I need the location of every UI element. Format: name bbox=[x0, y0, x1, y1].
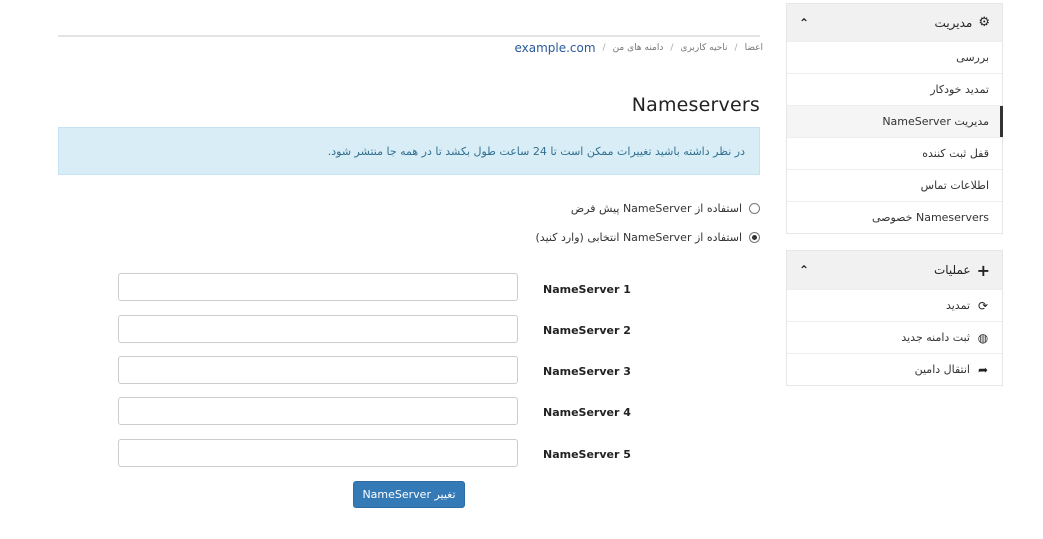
actions-panel-heading[interactable]: + عملیات ⌃ bbox=[787, 251, 1002, 289]
nameserver-5-input[interactable] bbox=[118, 439, 518, 467]
sidebar-item-label: مدیریت NameServer bbox=[882, 115, 989, 128]
globe-icon: ◍ bbox=[977, 330, 989, 345]
sidebar-item-label: تمدید bbox=[945, 299, 970, 312]
breadcrumb-item-client-area[interactable]: ناحیه کاربری bbox=[680, 43, 727, 53]
radio-default-nameserver[interactable]: استفاده از NameServer پیش فرض bbox=[571, 200, 760, 216]
plus-icon: + bbox=[976, 260, 990, 280]
refresh-icon: ⟳ bbox=[977, 298, 989, 313]
sidebar-item-contact-info[interactable]: اطلاعات تماس bbox=[787, 169, 1002, 201]
nameserver-1-input[interactable] bbox=[118, 273, 518, 301]
sidebar-manage-panel: ⚙ مدیریت ⌃ بررسی تمدید خودکار مدیریت Nam… bbox=[786, 3, 1003, 234]
breadcrumb-separator: / bbox=[734, 43, 738, 53]
chevron-up-icon[interactable]: ⌃ bbox=[799, 16, 809, 30]
nameserver-4-input[interactable] bbox=[118, 397, 518, 425]
gear-icon: ⚙ bbox=[978, 15, 990, 30]
top-divider bbox=[58, 35, 760, 37]
chevron-up-icon[interactable]: ⌃ bbox=[799, 263, 809, 277]
sidebar-item-label: اطلاعات تماس bbox=[920, 179, 989, 192]
breadcrumb-current-domain: example.com bbox=[514, 41, 596, 55]
sidebar-item-transfer-domain[interactable]: ➦ انتقال دامین bbox=[787, 353, 1002, 385]
sidebar-item-label: Nameservers خصوصی bbox=[871, 211, 989, 224]
sidebar-item-private-nameservers[interactable]: Nameservers خصوصی bbox=[787, 201, 1002, 233]
sidebar-item-manage-nameserver[interactable]: مدیریت NameServer bbox=[787, 105, 1003, 137]
nameserver-3-input[interactable] bbox=[118, 356, 518, 384]
radio-custom-label: استفاده از NameServer انتخابی (وارد کنید… bbox=[535, 230, 742, 244]
info-alert: در نظر داشته باشید تغییرات ممکن است تا 2… bbox=[58, 127, 760, 175]
sidebar-item-label: بررسی bbox=[956, 51, 989, 64]
manage-panel-heading[interactable]: ⚙ مدیریت ⌃ bbox=[787, 4, 1002, 41]
sidebar-item-label: انتقال دامین bbox=[914, 363, 970, 376]
breadcrumb-item-members[interactable]: اعضا bbox=[745, 43, 763, 53]
sidebar-item-renew[interactable]: ⟳ تمدید bbox=[787, 289, 1002, 321]
radio-default-label: استفاده از NameServer پیش فرض bbox=[570, 201, 742, 215]
sidebar-item-label: قفل ثبت کننده bbox=[922, 147, 989, 160]
sidebar-item-auto-renew[interactable]: تمدید خودکار bbox=[787, 73, 1002, 105]
nameserver-2-input[interactable] bbox=[118, 315, 518, 343]
radio-button-default[interactable] bbox=[749, 202, 760, 214]
breadcrumb: اعضا / ناحیه کاربری / دامنه های من / exa… bbox=[505, 40, 763, 56]
change-nameservers-button[interactable]: تغییر NameServer bbox=[353, 481, 465, 508]
sidebar-item-label: ثبت دامنه جدید bbox=[901, 331, 970, 344]
sidebar-item-overview[interactable]: بررسی bbox=[787, 41, 1002, 73]
sidebar-item-label: تمدید خودکار bbox=[930, 83, 989, 96]
radio-button-custom[interactable] bbox=[749, 231, 760, 243]
sidebar-actions-panel: + عملیات ⌃ ⟳ تمدید ◍ ثبت دامنه جدید ➦ ان… bbox=[786, 250, 1003, 386]
actions-panel-title: عملیات bbox=[933, 263, 971, 277]
sidebar-item-register-domain[interactable]: ◍ ثبت دامنه جدید bbox=[787, 321, 1002, 353]
nameserver-1-label: NameServer 1 bbox=[543, 283, 631, 296]
page-title: Nameservers bbox=[631, 94, 760, 116]
share-arrow-icon: ➦ bbox=[977, 362, 989, 377]
manage-panel-title: مدیریت bbox=[934, 15, 973, 30]
nameserver-4-label: NameServer 4 bbox=[543, 406, 631, 419]
nameserver-5-label: NameServer 5 bbox=[543, 448, 631, 461]
breadcrumb-separator: / bbox=[602, 43, 606, 53]
sidebar-item-registrar-lock[interactable]: قفل ثبت کننده bbox=[787, 137, 1002, 169]
radio-custom-nameserver[interactable]: استفاده از NameServer انتخابی (وارد کنید… bbox=[536, 229, 760, 245]
breadcrumb-item-my-domains[interactable]: دامنه های من bbox=[613, 43, 664, 53]
nameserver-3-label: NameServer 3 bbox=[543, 365, 631, 378]
nameserver-2-label: NameServer 2 bbox=[543, 324, 631, 337]
breadcrumb-separator: / bbox=[670, 43, 674, 53]
